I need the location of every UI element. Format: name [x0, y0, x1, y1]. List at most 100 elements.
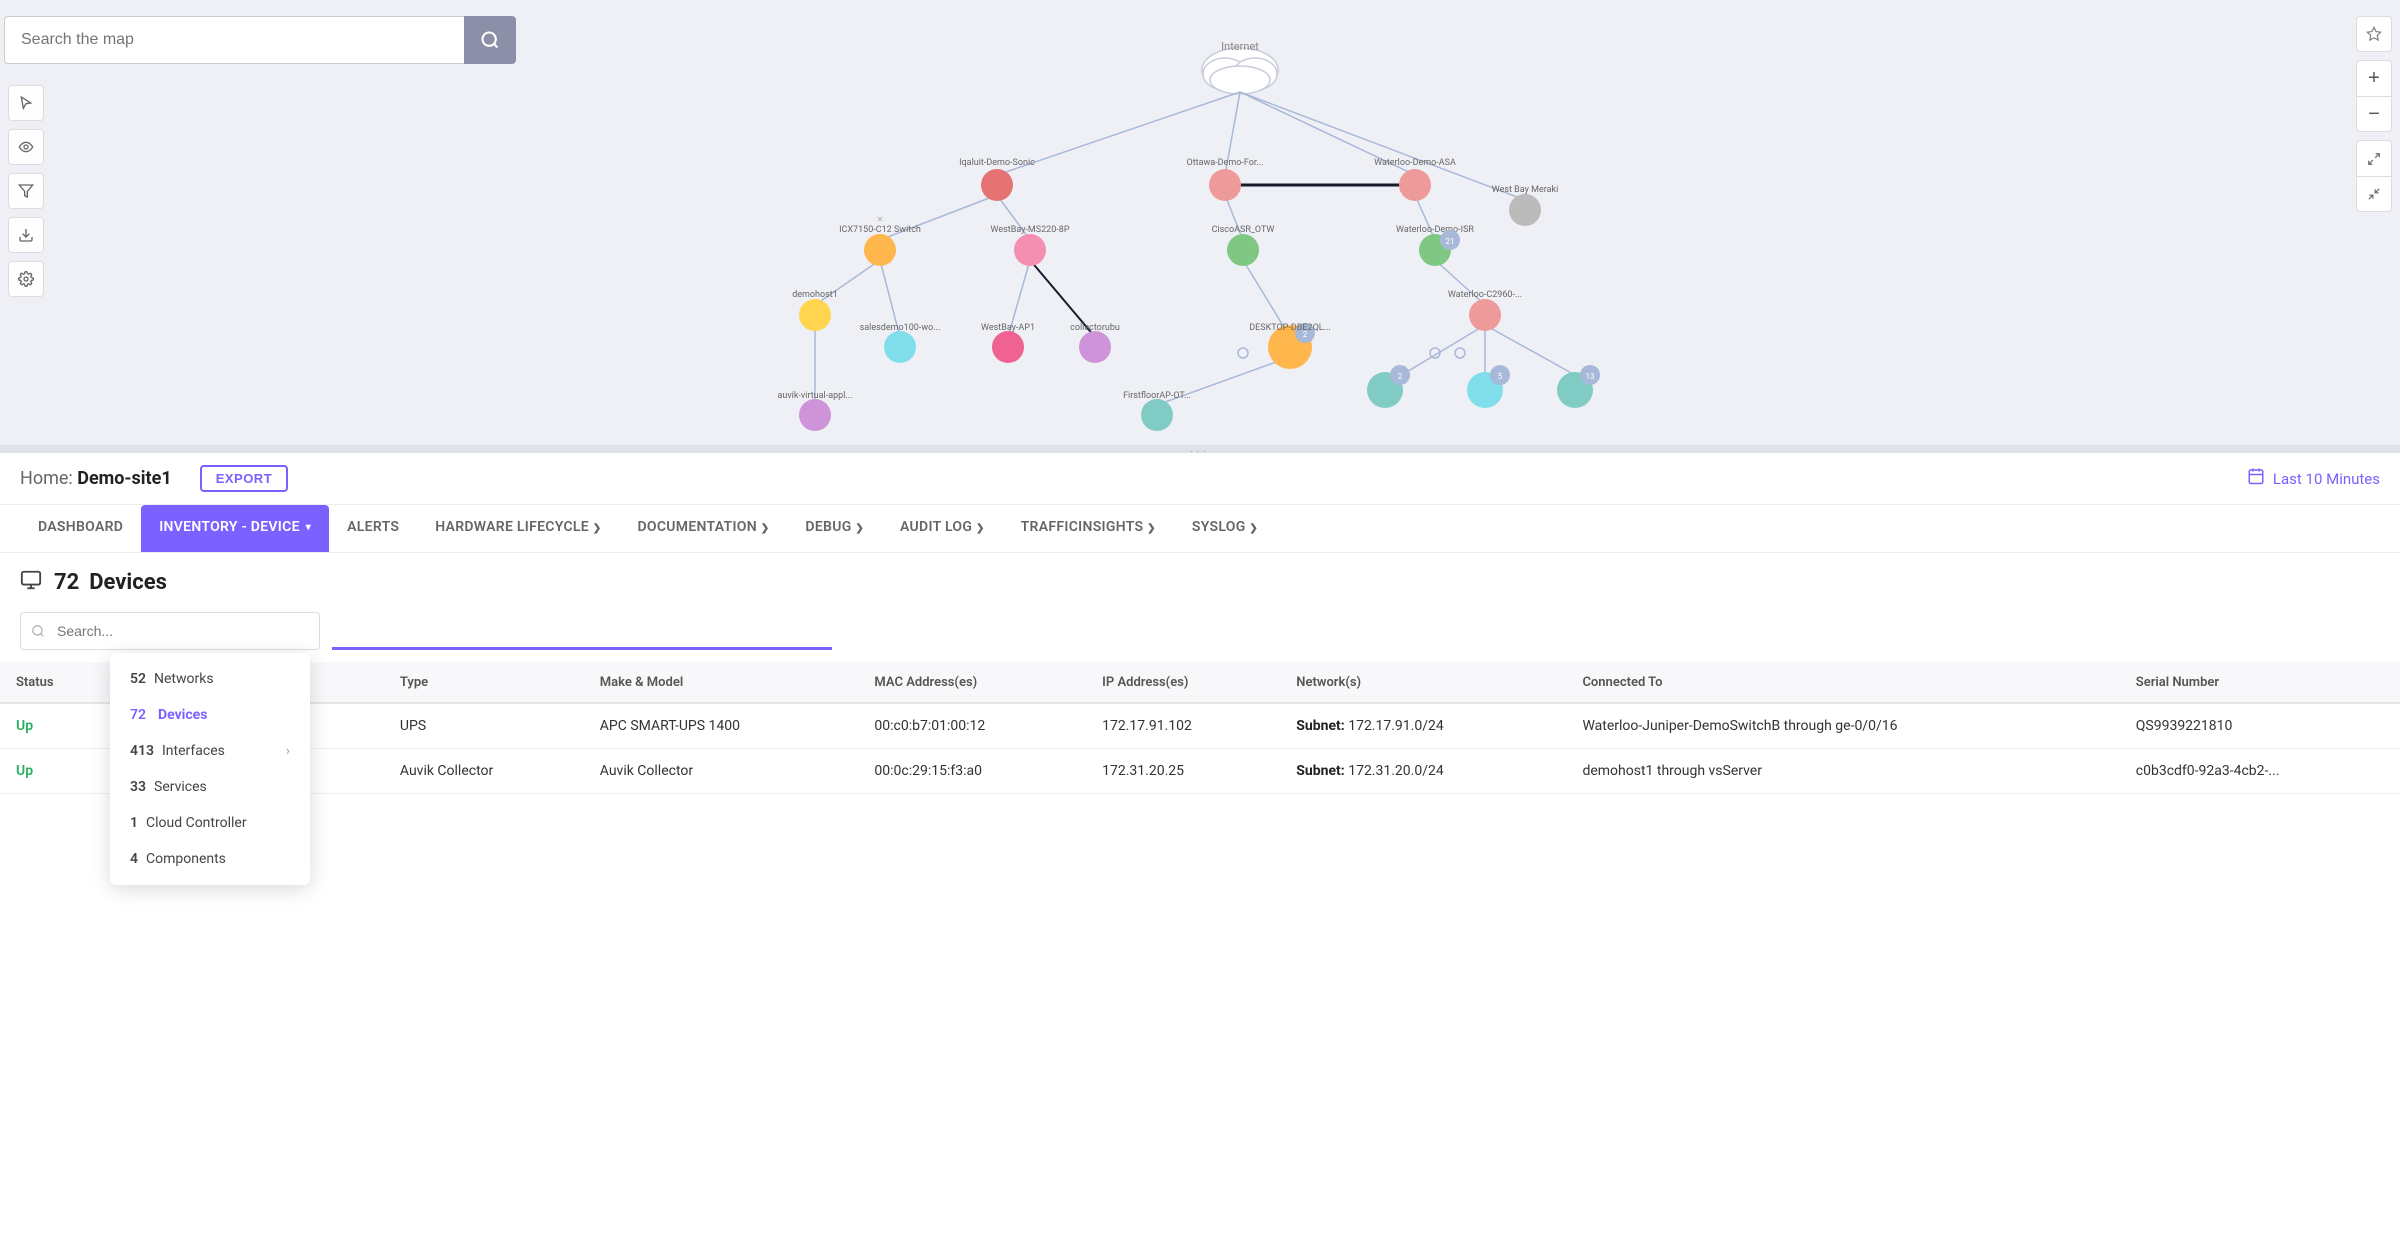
- settings-tool-button[interactable]: [8, 261, 44, 297]
- download-tool-button[interactable]: [8, 217, 44, 253]
- svg-text:Waterloo-Demo-ISR: Waterloo-Demo-ISR: [1396, 225, 1474, 235]
- map-area[interactable]: + − Internet: [0, 0, 2400, 445]
- search-input[interactable]: [4, 16, 464, 64]
- device-network: Subnet: 172.17.91.0/24: [1280, 703, 1566, 749]
- export-button[interactable]: EXPORT: [200, 465, 288, 492]
- device-type: UPS: [384, 703, 584, 749]
- svg-text:2: 2: [1398, 372, 1403, 381]
- dropdown-item-networks[interactable]: 52 Networks: [110, 661, 310, 697]
- svg-text:FirstfloorAP-OT...: FirstfloorAP-OT...: [1123, 391, 1191, 401]
- svg-text:Ottawa-Demo-For...: Ottawa-Demo-For...: [1187, 158, 1264, 168]
- col-status: Status: [0, 662, 111, 703]
- col-network: Network(s): [1280, 662, 1566, 703]
- col-type: Type: [384, 662, 584, 703]
- svg-text:CiscoASR_OTW: CiscoASR_OTW: [1212, 225, 1275, 235]
- device-serial: c0b3cdf0-92a3-4cb2-...: [2120, 749, 2400, 794]
- filter-tool-button[interactable]: [8, 173, 44, 209]
- col-connected-to: Connected To: [1566, 662, 2119, 703]
- device-table: Status Name ▲ Type Make & Model MAC Addr…: [0, 662, 2400, 794]
- tab-debug[interactable]: DEBUG ❯: [787, 505, 882, 552]
- tab-syslog[interactable]: SYSLOG ❯: [1174, 505, 1276, 552]
- calendar-icon: [2247, 467, 2265, 490]
- cursor-tool-button[interactable]: [8, 85, 44, 121]
- svg-text:Iqaluit-Demo-Sonic: Iqaluit-Demo-Sonic: [959, 158, 1035, 168]
- svg-text:Waterloo-Demo-ASA: Waterloo-Demo-ASA: [1374, 158, 1456, 168]
- col-make-model: Make & Model: [584, 662, 859, 703]
- filter-search-input[interactable]: [20, 612, 320, 650]
- svg-text:ICX7150-C12 Switch: ICX7150-C12 Switch: [839, 225, 921, 235]
- tab-dashboard[interactable]: DASHBOARD: [20, 505, 141, 552]
- svg-text:demohost1: demohost1: [792, 290, 838, 300]
- status-badge: Up: [16, 718, 33, 734]
- svg-text:WestBay-MS220-8P: WestBay-MS220-8P: [991, 225, 1070, 235]
- search-bar: [4, 16, 516, 64]
- table-row[interactable]: Up auvik-virtual-appliance Auvik Collect…: [0, 749, 2400, 794]
- device-table-container[interactable]: Status Name ▲ Type Make & Model MAC Addr…: [0, 662, 2400, 1256]
- search-button[interactable]: [464, 16, 516, 64]
- device-mac: 00:c0:b7:01:00:12: [858, 703, 1086, 749]
- inventory-dropdown: 52 Networks 72 Devices 413 Interfaces › …: [110, 653, 310, 885]
- dropdown-item-devices[interactable]: 72 Devices: [110, 697, 310, 733]
- zoom-out-button[interactable]: −: [2356, 96, 2392, 132]
- network-diagram[interactable]: Internet Iqaluit-Demo-Sonic: [0, 0, 2400, 445]
- bottom-panel: Home: Demo-site1 EXPORT Last 10 Minutes …: [0, 453, 2400, 1256]
- svg-text:Internet: Internet: [1221, 40, 1259, 53]
- panel-divider[interactable]: ...: [0, 445, 2400, 453]
- svg-text:DESKTOP-DBE2QL...: DESKTOP-DBE2QL...: [1249, 323, 1330, 333]
- devices-icon: [20, 569, 42, 596]
- device-serial: QS9939221810: [2120, 703, 2400, 749]
- zoom-controls: + −: [2356, 60, 2392, 132]
- device-ip: 172.31.20.25: [1086, 749, 1280, 794]
- device-type: Auvik Collector: [384, 749, 584, 794]
- tab-audit-log[interactable]: AUDIT LOG ❯: [882, 505, 1003, 552]
- divider-dots: ...: [1190, 444, 1210, 455]
- svg-text:21: 21: [1446, 237, 1455, 246]
- filter-row: [0, 604, 2400, 662]
- col-mac: MAC Address(es): [858, 662, 1086, 703]
- status-badge: Up: [16, 763, 33, 779]
- col-ip: IP Address(es): [1086, 662, 1280, 703]
- dropdown-item-interfaces[interactable]: 413 Interfaces ›: [110, 733, 310, 769]
- dropdown-item-components[interactable]: 4 Components: [110, 841, 310, 877]
- tab-documentation[interactable]: DOCUMENTATION ❯: [619, 505, 787, 552]
- nav-tabs: DASHBOARD INVENTORY - DEVICE ▾ ALERTS HA…: [0, 505, 2400, 553]
- device-make-model: Auvik Collector: [584, 749, 859, 794]
- svg-text:✕: ✕: [877, 215, 884, 224]
- expand-button[interactable]: [2356, 140, 2392, 176]
- zoom-in-button[interactable]: +: [2356, 60, 2392, 96]
- last-time-label: Last 10 Minutes: [2273, 470, 2380, 488]
- content-area: 72 Devices Status Name ▲: [0, 553, 2400, 1256]
- tab-dropdown-arrow: ▾: [306, 522, 311, 533]
- tab-inventory-device[interactable]: INVENTORY - DEVICE ▾: [141, 505, 329, 552]
- svg-text:WestBay-AP1: WestBay-AP1: [981, 323, 1035, 333]
- svg-text:5: 5: [1498, 372, 1503, 381]
- svg-text:salesdemo100-wo...: salesdemo100-wo...: [860, 323, 941, 333]
- device-network: Subnet: 172.31.20.0/24: [1280, 749, 1566, 794]
- table-row[interactable]: Up APC-108-WtrloDemo UPS APC SMART-UPS 1…: [0, 703, 2400, 749]
- device-connected-to: Waterloo-Juniper-DemoSwitchB through ge-…: [1566, 703, 2119, 749]
- compress-button[interactable]: [2356, 176, 2392, 212]
- svg-text:Waterloo-C2960-...: Waterloo-C2960-...: [1448, 290, 1522, 300]
- pin-button[interactable]: [2356, 16, 2392, 52]
- device-make-model: APC SMART-UPS 1400: [584, 703, 859, 749]
- svg-text:auvik-virtual-appl...: auvik-virtual-appl...: [777, 391, 852, 401]
- devices-header: 72 Devices: [0, 553, 2400, 604]
- dropdown-item-services[interactable]: 33 Services: [110, 769, 310, 805]
- svg-text:West Bay Meraki: West Bay Meraki: [1492, 185, 1559, 195]
- breadcrumb: Home: Demo-site1: [20, 468, 172, 489]
- chevron-right-icon: ›: [286, 743, 290, 759]
- last-time-selector[interactable]: Last 10 Minutes: [2247, 467, 2380, 490]
- map-toolbar: [8, 85, 44, 297]
- device-connected-to: demohost1 through vsServer: [1566, 749, 2119, 794]
- dropdown-item-cloud-controller[interactable]: 1 Cloud Controller: [110, 805, 310, 841]
- tab-hardware-lifecycle[interactable]: HARDWARE LIFECYCLE ❯: [417, 505, 619, 552]
- device-mac: 00:0c:29:15:f3:a0: [858, 749, 1086, 794]
- svg-text:collectorubu: collectorubu: [1070, 323, 1120, 333]
- tab-trafficinsights[interactable]: TRAFFICINSIGHTS ❯: [1003, 505, 1174, 552]
- svg-text:13: 13: [1586, 372, 1595, 381]
- tab-alerts[interactable]: ALERTS: [329, 505, 417, 552]
- devices-count: 72 Devices: [54, 570, 167, 595]
- view-tool-button[interactable]: [8, 129, 44, 165]
- fullscreen-controls: [2356, 140, 2392, 212]
- device-ip: 172.17.91.102: [1086, 703, 1280, 749]
